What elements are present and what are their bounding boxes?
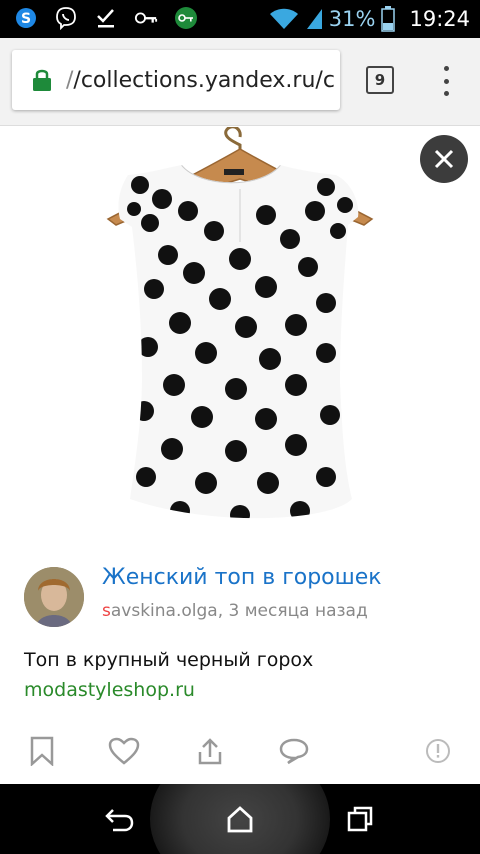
close-button[interactable] (420, 135, 468, 183)
share-button[interactable] (192, 733, 228, 769)
system-nav-bar (0, 784, 480, 854)
comment-button[interactable] (276, 733, 312, 769)
comment-icon (279, 738, 309, 765)
status-bar: S 31% 19:24 (0, 0, 480, 38)
key-icon (134, 6, 158, 30)
signal-icon (305, 7, 323, 31)
report-button[interactable] (420, 733, 456, 769)
home-button[interactable] (222, 801, 258, 837)
url-text: //collections.yandex.ru/c (66, 67, 335, 93)
battery-percent: 31% (328, 7, 376, 31)
address-bar[interactable]: //collections.yandex.ru/c (12, 50, 340, 110)
battery-icon (381, 6, 396, 32)
bookmark-button[interactable] (24, 733, 60, 769)
product-image[interactable] (90, 127, 390, 537)
check-icon (94, 6, 118, 30)
skype-icon: S (14, 6, 38, 30)
collection-card: Женский топ в горошек savskina.olga, 3 м… (0, 127, 480, 784)
clock: 19:24 (409, 7, 470, 31)
lock-icon (32, 68, 52, 92)
avatar[interactable] (24, 567, 84, 627)
browser-toolbar: //collections.yandex.ru/c 9 (0, 38, 480, 126)
post-description: Топ в крупный черный горох (24, 649, 314, 671)
wifi-icon (269, 7, 299, 31)
overflow-menu-button[interactable] (440, 66, 452, 96)
back-button[interactable] (102, 801, 138, 837)
svg-text:S: S (21, 11, 31, 27)
close-icon (434, 149, 454, 169)
home-icon (227, 806, 253, 833)
action-bar (0, 733, 480, 773)
share-icon (198, 738, 222, 765)
post-title[interactable]: Женский топ в горошек (102, 565, 382, 590)
heart-icon (108, 737, 140, 765)
vpn-key-icon (174, 6, 198, 30)
back-icon (105, 809, 134, 832)
source-link[interactable]: modastyleshop.ru (24, 679, 195, 701)
recent-apps-button[interactable] (342, 801, 378, 837)
author-link[interactable]: avskina.olga (111, 601, 218, 621)
report-icon (426, 739, 450, 763)
viber-icon (54, 6, 78, 30)
bookmark-icon (30, 736, 54, 766)
post-meta: savskina.olga, 3 месяца назад (102, 601, 368, 621)
post-header: Женский топ в горошек savskina.olga, 3 м… (24, 565, 464, 629)
like-button[interactable] (106, 733, 142, 769)
tab-switcher-button[interactable]: 9 (366, 66, 394, 94)
recent-apps-icon (347, 806, 373, 832)
